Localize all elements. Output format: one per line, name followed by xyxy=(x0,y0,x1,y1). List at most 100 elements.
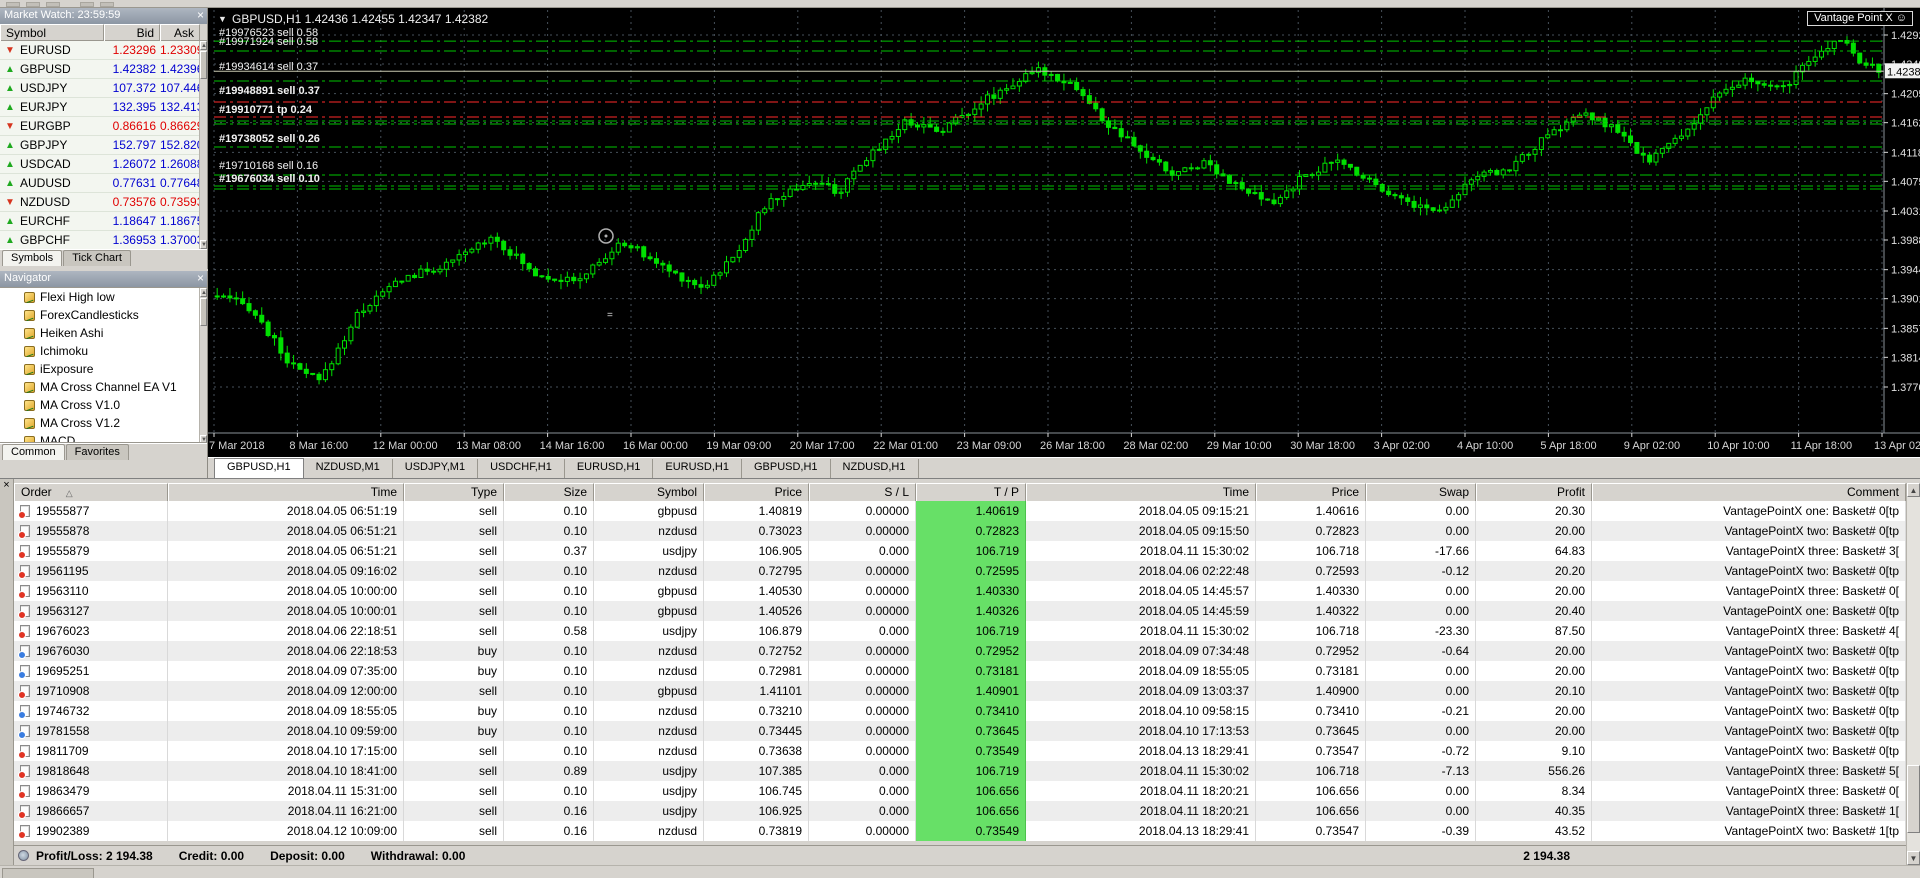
column-header-order[interactable]: Order △ xyxy=(14,483,168,501)
market-watch-row[interactable]: ▲ AUDUSD 0.77631 0.77648 xyxy=(0,174,207,193)
cell-close_price: 0.73645 xyxy=(1256,721,1366,741)
column-header-time[interactable]: Time xyxy=(168,483,404,501)
market-watch-row[interactable]: ▲ EURCHF 1.18647 1.18675 xyxy=(0,212,207,231)
column-header-symbol[interactable]: Symbol xyxy=(594,483,704,501)
current-price-value: 1.42382 xyxy=(1887,66,1920,78)
column-header-time[interactable]: Time xyxy=(1026,483,1256,501)
chart-tab-usdjpy-m1[interactable]: USDJPY,M1 xyxy=(392,459,479,478)
navigator-item-ma-cross-channel-ea-v1[interactable]: MA Cross Channel EA V1 xyxy=(0,378,207,396)
scroll-down-icon[interactable]: ▼ xyxy=(1907,851,1920,865)
sort-ascending-icon: △ xyxy=(65,488,73,498)
scrollbar-thumb[interactable] xyxy=(1907,765,1920,833)
chart-window[interactable]: 1.429201.424901.420501.416201.411801.407… xyxy=(208,8,1920,457)
cell-order: 19555877 xyxy=(14,501,168,521)
chart-tab-nzdusd-h1[interactable]: NZDUSD,H1 xyxy=(830,459,919,478)
navigator-item-forexcandlesticks[interactable]: ForexCandlesticks xyxy=(0,306,207,324)
chart-tab-gbpusd-h1[interactable]: GBPUSD,H1 xyxy=(214,458,304,478)
column-header-type[interactable]: Type xyxy=(404,483,504,501)
market-watch-row[interactable]: ▲ USDCAD 1.26072 1.26088 xyxy=(0,155,207,174)
column-header-swap[interactable]: Swap xyxy=(1366,483,1476,501)
column-header-size[interactable]: Size xyxy=(504,483,594,501)
trade-row[interactable]: 19811709 2018.04.10 17:15:00 sell 0.10 nzdus… xyxy=(14,741,1906,761)
scroll-down-icon[interactable]: ▼ xyxy=(200,435,207,442)
column-header-price[interactable]: Price xyxy=(704,483,809,501)
trade-row[interactable]: 19710908 2018.04.09 12:00:00 sell 0.10 gbpus… xyxy=(14,681,1906,701)
column-header-sl[interactable]: S / L xyxy=(809,483,916,501)
trade-row[interactable]: 19818648 2018.04.10 18:41:00 sell 0.89 usdjp… xyxy=(14,761,1906,781)
column-header-price[interactable]: Price xyxy=(1256,483,1366,501)
bid-value: 0.77631 xyxy=(112,176,156,190)
trade-row[interactable]: 19555877 2018.04.05 06:51:19 sell 0.10 gbpus… xyxy=(14,501,1906,521)
trade-row[interactable]: 19863479 2018.04.11 15:31:00 sell 0.10 usdjp… xyxy=(14,781,1906,801)
market-watch-scrollbar[interactable]: ▲ ▼ xyxy=(199,41,207,249)
cell-type: sell xyxy=(404,541,504,561)
chart-tab-gbpusd-h1[interactable]: GBPUSD,H1 xyxy=(741,459,831,478)
cell-size: 0.16 xyxy=(504,821,594,841)
market-watch-row[interactable]: ▲ USDJPY 107.372 107.446 xyxy=(0,79,207,98)
trade-row[interactable]: 19563110 2018.04.05 10:00:00 sell 0.10 gbpus… xyxy=(14,581,1906,601)
navigator-item-flexi-high-low[interactable]: Flexi High low xyxy=(0,288,207,306)
column-header-profit[interactable]: Profit xyxy=(1476,483,1592,501)
trade-row[interactable]: 19563127 2018.04.05 10:00:01 sell 0.10 gbpus… xyxy=(14,601,1906,621)
navigator-tab-common[interactable]: Common xyxy=(2,444,65,460)
navigator-item-macd[interactable]: MACD xyxy=(0,432,207,442)
market-watch-row[interactable]: ▲ GBPCHF 1.36953 1.37003 xyxy=(0,231,207,249)
scrollbar-thumb[interactable] xyxy=(200,298,207,326)
trade-row[interactable]: 19746732 2018.04.09 18:55:05 buy 0.10 nzdusd… xyxy=(14,701,1906,721)
navigator-item-ichimoku[interactable]: Ichimoku xyxy=(0,342,207,360)
close-icon[interactable]: × xyxy=(197,8,204,22)
navigator-item-iexposure[interactable]: iExposure xyxy=(0,360,207,378)
toolbar-icon-fragment xyxy=(6,2,20,7)
ask-value: 0.77648 xyxy=(160,176,204,190)
chart-tab-nzdusd-m1[interactable]: NZDUSD,M1 xyxy=(303,459,393,478)
column-header-comment[interactable]: Comment xyxy=(1592,483,1906,501)
market-watch-row[interactable]: ▼ EURUSD 1.23296 1.23309 xyxy=(0,41,207,60)
order-number: 19746732 xyxy=(36,704,90,718)
trade-row[interactable]: 19561195 2018.04.05 09:16:02 sell 0.10 nzdus… xyxy=(14,561,1906,581)
trade-row[interactable]: 19866657 2018.04.11 16:21:00 sell 0.16 usdjp… xyxy=(14,801,1906,821)
cell-type: buy xyxy=(404,721,504,741)
market-watch-row[interactable]: ▲ GBPJPY 152.797 152.820 xyxy=(0,136,207,155)
cell-time: 2018.04.09 18:55:05 xyxy=(168,701,404,721)
scroll-up-icon[interactable]: ▲ xyxy=(200,41,207,50)
cell-comment: VantagePointX three: Basket# 4[ xyxy=(1592,621,1906,641)
chart-tab-usdchf-h1[interactable]: USDCHF,H1 xyxy=(478,459,565,478)
navigator-tab-favorites[interactable]: Favorites xyxy=(65,444,129,460)
close-icon[interactable]: × xyxy=(197,271,204,285)
chart-tab-eurusd-h1[interactable]: EURUSD,H1 xyxy=(653,459,742,478)
scrollbar-thumb[interactable] xyxy=(200,51,207,79)
cell-time: 2018.04.05 06:51:19 xyxy=(168,501,404,521)
mt4-window: Market Watch: 23:59:59 × Symbol Bid Ask ▼ E… xyxy=(0,0,1920,878)
scroll-down-icon[interactable]: ▼ xyxy=(200,240,207,249)
close-icon[interactable]: × xyxy=(0,479,13,491)
chart-symbol-caret-icon[interactable]: ▼ xyxy=(218,14,227,24)
trade-row[interactable]: 19676030 2018.04.06 22:18:53 buy 0.10 nzdusd… xyxy=(14,641,1906,661)
market-watch-row[interactable]: ▼ EURGBP 0.86616 0.86629 xyxy=(0,117,207,136)
navigator-scrollbar[interactable]: ▲ ▼ xyxy=(199,288,207,442)
navigator-item-ma-cross-v1-2[interactable]: MA Cross V1.2 xyxy=(0,414,207,432)
terminal-scrollbar[interactable]: ▲ ▼ xyxy=(1906,483,1920,865)
navigator-item-heiken-ashi[interactable]: Heiken Ashi xyxy=(0,324,207,342)
cell-comment: VantagePointX three: Basket# 5[ xyxy=(1592,761,1906,781)
ask-value: 1.26088 xyxy=(160,157,204,171)
column-header-tp[interactable]: T / P xyxy=(916,483,1026,501)
trade-row[interactable]: 19781558 2018.04.10 09:59:00 buy 0.10 nzdusd… xyxy=(14,721,1906,741)
market-watch-tab-symbols[interactable]: Symbols xyxy=(2,250,63,266)
market-watch-tab-tick-chart[interactable]: Tick Chart xyxy=(63,250,131,266)
market-watch-row[interactable]: ▼ NZDUSD 0.73576 0.73593 xyxy=(0,193,207,212)
trade-row[interactable]: 19902389 2018.04.12 10:09:00 sell 0.16 nzdus… xyxy=(14,821,1906,841)
market-watch-row[interactable]: ▲ EURJPY 132.395 132.413 xyxy=(0,98,207,117)
chart-canvas[interactable]: 1.429201.424901.420501.416201.411801.407… xyxy=(208,8,1920,457)
chart-tab-eurusd-h1[interactable]: EURUSD,H1 xyxy=(564,459,654,478)
trade-row[interactable]: 19555879 2018.04.05 06:51:21 sell 0.37 usdjp… xyxy=(14,541,1906,561)
navigator-item-ma-cross-v1-0[interactable]: MA Cross V1.0 xyxy=(0,396,207,414)
market-watch-row[interactable]: ▲ GBPUSD 1.42382 1.42396 xyxy=(0,60,207,79)
ask-value: 0.86629 xyxy=(160,119,204,133)
trade-row[interactable]: 19676023 2018.04.06 22:18:51 sell 0.58 usdjp… xyxy=(14,621,1906,641)
trade-row[interactable]: 19695251 2018.04.09 07:35:00 buy 0.10 nzdusd… xyxy=(14,661,1906,681)
trade-row[interactable]: 19555878 2018.04.05 06:51:21 sell 0.10 nzdus… xyxy=(14,521,1906,541)
scroll-up-icon[interactable]: ▲ xyxy=(200,288,207,297)
up-arrow-icon: ▲ xyxy=(5,101,15,113)
order-doc-icon-sell xyxy=(18,605,30,619)
scroll-up-icon[interactable]: ▲ xyxy=(1907,483,1920,497)
